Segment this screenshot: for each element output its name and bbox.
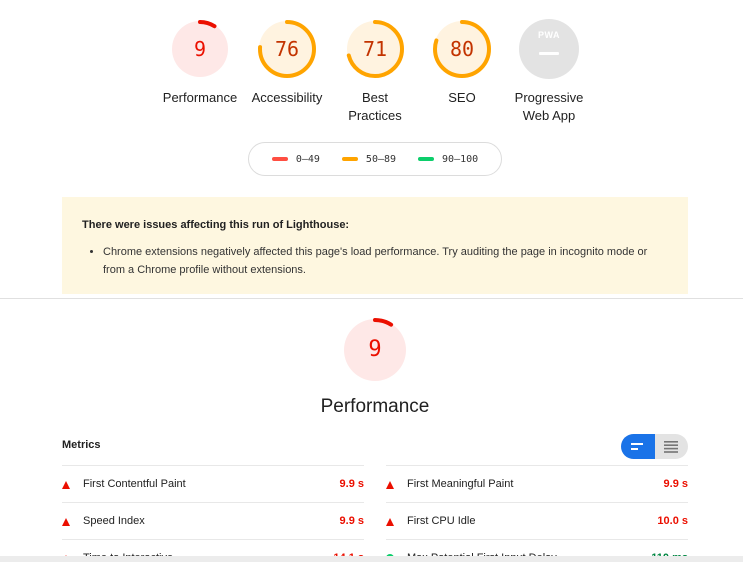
metric-value: 9.9 s xyxy=(663,478,688,490)
gauge-label: Accessibility xyxy=(251,90,323,105)
metric-value: 9.9 s xyxy=(339,478,364,490)
metrics-title: Metrics xyxy=(62,439,101,451)
gauge-ring: 9 xyxy=(170,19,230,79)
gauge-score: 80 xyxy=(449,37,475,61)
warning-triangle-icon xyxy=(386,480,396,490)
metric-label: First Meaningful Paint xyxy=(407,478,514,490)
gauge-score: 76 xyxy=(274,37,300,61)
warning-item: Chrome extensions negatively affected th… xyxy=(103,243,668,279)
metric-row: Speed Index 9.9 s xyxy=(62,502,364,539)
legend-swatch xyxy=(271,157,288,161)
metric-value: 10.0 s xyxy=(657,515,688,527)
gauge-ring: 71 xyxy=(345,19,405,79)
legend-range: 50–89 xyxy=(365,153,397,165)
score-legend: 0–49 50–89 90–100 xyxy=(248,142,502,176)
metrics-column-right: First Meaningful Paint 9.9 s First CPU I… xyxy=(386,465,688,562)
warning-triangle-icon xyxy=(62,480,72,490)
performance-title: Performance xyxy=(320,396,430,417)
gauge-label: SEO xyxy=(448,90,476,105)
bars-view-icon xyxy=(631,442,643,450)
gauge-best-practices[interactable]: 71 Best Practices xyxy=(325,19,425,125)
pwa-badge-circle xyxy=(519,19,579,79)
performance-gauge: 9 xyxy=(342,317,408,383)
metrics-column-left: First Contentful Paint 9.9 s Speed Index… xyxy=(62,465,364,562)
list-view-icon xyxy=(664,440,678,453)
legend-swatch xyxy=(418,157,435,161)
gauge-seo[interactable]: 80 SEO xyxy=(412,19,512,107)
metric-label: First CPU Idle xyxy=(407,515,476,527)
gauge-label: Progressive Web App xyxy=(514,90,584,123)
bars-view-button[interactable] xyxy=(621,434,655,459)
gauge-score: 71 xyxy=(362,37,388,61)
legend-range: 0–49 xyxy=(295,153,320,165)
metric-row: First Meaningful Paint 9.9 s xyxy=(386,465,688,502)
warning-list: Chrome extensions negatively affected th… xyxy=(82,243,668,279)
metric-row: First Contentful Paint 9.9 s xyxy=(62,465,364,502)
metrics-view-toggle xyxy=(621,434,688,459)
legend-swatch xyxy=(341,157,358,161)
list-view-button[interactable] xyxy=(654,434,688,459)
gauge-accessibility[interactable]: 76 Accessibility xyxy=(237,19,337,107)
gauge-label: Performance xyxy=(162,90,238,105)
warning-title: There were issues affecting this run of … xyxy=(82,219,350,231)
gauge-performance[interactable]: 9 Performance xyxy=(150,19,250,107)
legend-fail: 0–49 xyxy=(271,153,320,165)
legend-average: 50–89 xyxy=(341,153,397,165)
warning-triangle-icon xyxy=(62,517,72,527)
section-divider xyxy=(0,298,743,299)
metric-row: First CPU Idle 10.0 s xyxy=(386,502,688,539)
warning-triangle-icon xyxy=(386,517,396,527)
performance-score: 9 xyxy=(368,337,382,362)
pwa-badge-bar xyxy=(539,52,559,55)
legend-range: 90–100 xyxy=(442,153,479,165)
bottom-edge xyxy=(0,556,743,562)
gauge-ring: 76 xyxy=(257,19,317,79)
category-gauges: 9 Performance 76 Accessibility 71 Best P… xyxy=(0,19,743,129)
metric-label: First Contentful Paint xyxy=(83,478,186,490)
gauge-score: 9 xyxy=(193,37,207,61)
pwa-badge: PWA xyxy=(519,19,579,79)
pwa-badge-text: PWA xyxy=(537,30,560,40)
gauge-ring: 80 xyxy=(432,19,492,79)
metric-label: Speed Index xyxy=(83,515,145,527)
gauge-pwa[interactable]: PWA Progressive Web App xyxy=(499,19,599,125)
runtime-warning: There were issues affecting this run of … xyxy=(62,197,688,294)
metric-value: 9.9 s xyxy=(339,515,364,527)
legend-pass: 90–100 xyxy=(418,154,478,165)
gauge-label: Best Practices xyxy=(348,90,402,123)
